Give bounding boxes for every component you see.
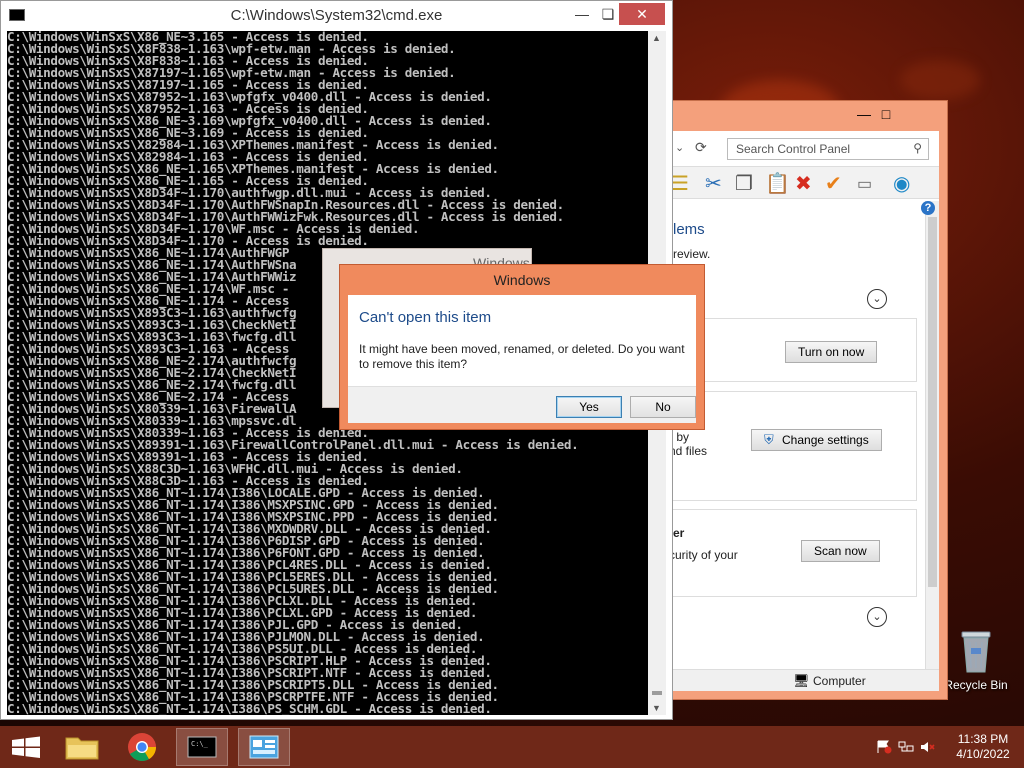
no-button[interactable]: No <box>630 396 696 418</box>
scroll-up-icon[interactable]: ▲ <box>652 33 661 43</box>
recycle-bin[interactable]: Recycle Bin <box>944 630 1008 692</box>
dialog-message: It might have been moved, renamed, or de… <box>359 342 685 371</box>
computer-icon: 🖥 <box>793 673 810 688</box>
taskbar-control-panel[interactable] <box>238 728 290 766</box>
maximize-button[interactable]: □ <box>871 103 901 125</box>
delete-icon[interactable]: ✖ <box>795 171 812 196</box>
taskbar-chrome[interactable] <box>116 728 168 766</box>
maximize-button[interactable]: ❏ <box>595 3 621 25</box>
change-settings-button[interactable]: ⛨ Change settings <box>751 429 882 451</box>
checkmark-icon[interactable]: ✔ <box>825 171 842 196</box>
cmd-icon: C:\_ <box>187 736 217 758</box>
svg-text:C:\_: C:\_ <box>191 740 209 748</box>
clock-date: 4/10/2022 <box>956 747 1010 761</box>
scrollbar-thumb[interactable] <box>652 691 662 695</box>
section-virus-protection: ter curity of your Scan now <box>669 509 917 597</box>
search-input[interactable]: Search Control Panel ⚲ <box>727 138 929 160</box>
action-center-flag-icon[interactable] <box>876 740 892 754</box>
section-user-account-control: r by nd files ⛨ Change settings <box>669 391 917 501</box>
clock-time: 11:38 PM <box>957 732 1009 746</box>
taskbar-file-explorer[interactable] <box>56 728 108 766</box>
section-text: curity of your <box>669 548 738 562</box>
page-subheading: review. <box>673 247 711 261</box>
copy-icon[interactable]: ❐ <box>735 171 753 196</box>
expand-chevron-icon[interactable]: ⌄ <box>867 289 887 309</box>
start-button[interactable] <box>0 728 52 766</box>
error-dialog[interactable]: Windows Can't open this item It might ha… <box>339 264 705 430</box>
close-button[interactable]: ✕ <box>619 3 665 25</box>
control-panel-titlebar[interactable]: — □ <box>661 101 947 131</box>
status-text: Computer <box>813 674 866 688</box>
dialog-panel: Can't open this item It might have been … <box>348 295 696 423</box>
scroll-down-icon[interactable]: ▼ <box>652 703 661 713</box>
dialog-heading: Can't open this item <box>359 309 492 326</box>
page-heading: lems <box>673 221 705 238</box>
help-icon[interactable]: ? <box>921 201 935 215</box>
chevron-down-icon[interactable]: ⌄ <box>675 141 684 154</box>
control-panel-body: ⌄ ⟳ Search Control Panel ⚲ ☰ ✂ ❐ 📋 ✖ ✔ ▭… <box>669 131 939 691</box>
cmd-titlebar[interactable]: C:\Windows\System32\cmd.exe — ❏ ✕ <box>1 1 672 31</box>
globe-icon[interactable]: ◉ <box>893 171 910 196</box>
control-panel-content: lems review. ⌄ Turn on now r by nd files… <box>669 201 925 669</box>
volume-muted-icon[interactable] <box>920 740 936 754</box>
toolbar: ☰ ✂ ❐ 📋 ✖ ✔ ▭ ◉ <box>669 167 939 199</box>
recycle-bin-icon <box>959 630 993 674</box>
rename-icon[interactable]: ▭ <box>857 174 872 194</box>
system-clock[interactable]: 11:38 PM 4/10/2022 <box>948 732 1018 762</box>
status-bar: 🖥 Computer <box>669 669 939 691</box>
folder-icon <box>65 737 99 760</box>
cut-icon[interactable]: ✂ <box>705 171 722 196</box>
turn-on-now-button[interactable]: Turn on now <box>785 341 878 363</box>
properties-icon[interactable]: ☰ <box>671 171 689 196</box>
shield-icon: ⛨ <box>764 432 774 447</box>
scrollbar-thumb[interactable] <box>928 217 937 587</box>
section-text: nd files <box>669 444 708 458</box>
refresh-icon[interactable]: ⟳ <box>695 139 707 156</box>
address-bar: ⌄ ⟳ Search Control Panel ⚲ <box>669 131 939 167</box>
taskbar-cmd[interactable]: C:\_ <box>176 728 228 766</box>
section-network-firewall: Turn on now <box>669 318 917 382</box>
control-panel-icon <box>249 735 279 759</box>
search-placeholder: Search Control Panel <box>736 142 851 156</box>
wallpaper-glow <box>900 60 980 100</box>
dialog-title: Windows <box>493 272 551 288</box>
scan-now-button[interactable]: Scan now <box>801 540 880 562</box>
recycle-bin-label: Recycle Bin <box>944 678 1008 692</box>
network-icon[interactable] <box>898 740 914 754</box>
expand-chevron-icon[interactable]: ⌄ <box>867 607 887 627</box>
search-icon: ⚲ <box>913 141 922 155</box>
taskbar: C:\_ 11:38 PM 4/10/2022 <box>0 726 1024 768</box>
chrome-icon <box>128 733 156 761</box>
minimize-button[interactable]: — <box>569 3 595 25</box>
windows-logo-icon <box>12 736 40 758</box>
paste-icon[interactable]: 📋 <box>765 171 790 196</box>
change-settings-label: Change settings <box>782 433 869 447</box>
control-panel-scrollbar[interactable] <box>925 201 939 669</box>
yes-button[interactable]: Yes <box>556 396 622 418</box>
